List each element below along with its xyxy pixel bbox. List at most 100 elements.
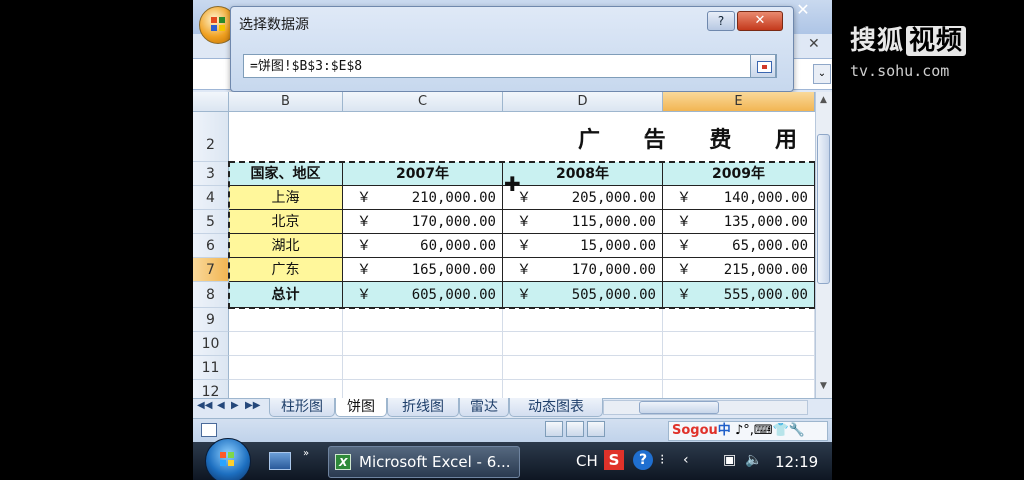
- window-close-icon[interactable]: ✕: [791, 0, 815, 20]
- dialog-close-button[interactable]: ✕: [737, 11, 783, 31]
- horizontal-scroll-thumb[interactable]: [639, 401, 719, 414]
- column-header-d[interactable]: D: [503, 92, 663, 112]
- sogou-tray-icon[interactable]: S: [604, 450, 624, 470]
- page-layout-view-icon[interactable]: [566, 421, 584, 437]
- currency-symbol: ￥: [517, 214, 531, 230]
- scroll-up-icon[interactable]: ▲: [817, 95, 830, 109]
- workbook-close-icon[interactable]: ✕: [808, 36, 820, 52]
- language-indicator[interactable]: CH: [576, 452, 598, 470]
- taskbar-clock[interactable]: 12:19: [775, 453, 818, 471]
- value-cell[interactable]: ￥ 115,000.00: [503, 210, 663, 234]
- range-collapse-button[interactable]: [750, 54, 776, 78]
- prev-sheet-icon[interactable]: ◀: [217, 400, 225, 411]
- selection-marquee-left: [228, 161, 230, 309]
- value-cell[interactable]: ￥ 210,000.00: [343, 186, 503, 210]
- empty-cell[interactable]: [503, 332, 663, 356]
- row-header[interactable]: 3: [193, 162, 229, 186]
- macro-record-icon[interactable]: [201, 423, 217, 437]
- help-tray-icon[interactable]: ?: [633, 450, 653, 470]
- worksheet-grid[interactable]: B C D E 2 3 4 5 6 7 8 9 10 11 12 广 告 费 用…: [193, 92, 815, 398]
- cell-amount: 115,000.00: [571, 214, 656, 230]
- empty-cell[interactable]: [503, 308, 663, 332]
- value-cell[interactable]: ￥ 215,000.00: [663, 258, 815, 282]
- row-header[interactable]: 8: [193, 282, 229, 308]
- next-sheet-icon[interactable]: ▶: [231, 400, 239, 411]
- dialog-help-button[interactable]: ?: [707, 11, 735, 31]
- value-cell[interactable]: ￥ 60,000.00: [343, 234, 503, 258]
- empty-cell[interactable]: [503, 356, 663, 380]
- header-2008[interactable]: 2008年: [503, 162, 663, 186]
- row-header[interactable]: 12: [193, 380, 229, 398]
- sogou-ime-bar[interactable]: Sogou中 ♪°,⌨👕🔧: [668, 421, 828, 441]
- value-cell[interactable]: ￥ 170,000.00: [343, 210, 503, 234]
- empty-cell[interactable]: [663, 380, 815, 398]
- column-header-c[interactable]: C: [343, 92, 503, 112]
- empty-cell[interactable]: [663, 356, 815, 380]
- column-header-e[interactable]: E: [663, 92, 815, 112]
- region-cell[interactable]: 广东: [229, 258, 343, 282]
- tab-dynamic-chart[interactable]: 动态图表: [509, 398, 603, 417]
- header-2009[interactable]: 2009年: [663, 162, 815, 186]
- value-cell[interactable]: ￥ 135,000.00: [663, 210, 815, 234]
- column-header-b[interactable]: B: [229, 92, 343, 112]
- ime-options-icon[interactable]: ⁝: [660, 452, 664, 468]
- value-cell[interactable]: ￥ 15,000.00: [503, 234, 663, 258]
- row-header[interactable]: 9: [193, 308, 229, 332]
- volume-icon[interactable]: 🔈: [745, 452, 762, 468]
- empty-cell[interactable]: [343, 380, 503, 398]
- row-header[interactable]: 2: [193, 112, 229, 162]
- empty-cell[interactable]: [503, 380, 663, 398]
- empty-cell[interactable]: [229, 308, 343, 332]
- network-icon[interactable]: ▣: [723, 452, 736, 468]
- scroll-down-icon[interactable]: ▼: [817, 381, 830, 395]
- chart-data-range-input[interactable]: =饼图!$B$3:$E$8: [243, 54, 777, 78]
- normal-view-icon[interactable]: [545, 421, 563, 437]
- formula-expand-icon[interactable]: ⌄: [813, 64, 831, 84]
- total-label-cell[interactable]: 总计: [229, 282, 343, 308]
- empty-cell[interactable]: [343, 332, 503, 356]
- quicklaunch-chevron-icon[interactable]: »: [303, 448, 309, 459]
- empty-cell[interactable]: [343, 308, 503, 332]
- value-cell[interactable]: ￥ 165,000.00: [343, 258, 503, 282]
- tab-pie-chart[interactable]: 饼图: [335, 398, 387, 417]
- empty-cell[interactable]: [663, 332, 815, 356]
- region-cell[interactable]: 北京: [229, 210, 343, 234]
- sheet-title[interactable]: 广 告 费 用: [229, 112, 815, 162]
- taskbar-excel-button[interactable]: Microsoft Excel - 6...: [328, 446, 520, 478]
- value-cell[interactable]: ￥ 140,000.00: [663, 186, 815, 210]
- row-header[interactable]: 6: [193, 234, 229, 258]
- value-cell[interactable]: ￥ 170,000.00: [503, 258, 663, 282]
- region-cell[interactable]: 湖北: [229, 234, 343, 258]
- tray-expand-icon[interactable]: ‹: [683, 452, 689, 468]
- row-header[interactable]: 10: [193, 332, 229, 356]
- last-sheet-icon[interactable]: ▶▶: [245, 400, 260, 411]
- empty-cell[interactable]: [229, 356, 343, 380]
- tab-line-chart[interactable]: 折线图: [387, 398, 459, 417]
- header-region[interactable]: 国家、地区: [229, 162, 343, 186]
- tab-radar[interactable]: 雷达: [459, 398, 509, 417]
- selection-marquee-top: [229, 161, 815, 163]
- total-value-cell[interactable]: ￥ 555,000.00: [663, 282, 815, 308]
- row-header[interactable]: 11: [193, 356, 229, 380]
- value-cell[interactable]: ￥ 65,000.00: [663, 234, 815, 258]
- empty-cell[interactable]: [229, 380, 343, 398]
- first-sheet-icon[interactable]: ◀◀: [197, 400, 212, 411]
- empty-cell[interactable]: [343, 356, 503, 380]
- tab-bar-chart[interactable]: 柱形图: [269, 398, 335, 417]
- header-2007[interactable]: 2007年: [343, 162, 503, 186]
- page-break-view-icon[interactable]: [587, 421, 605, 437]
- cell-amount: 65,000.00: [732, 238, 808, 254]
- empty-cell[interactable]: [663, 308, 815, 332]
- show-desktop-icon[interactable]: [269, 452, 291, 470]
- vertical-scroll-thumb[interactable]: [817, 134, 830, 284]
- row-header[interactable]: 5: [193, 210, 229, 234]
- empty-cell[interactable]: [229, 332, 343, 356]
- total-value-cell[interactable]: ￥ 605,000.00: [343, 282, 503, 308]
- row-header[interactable]: 4: [193, 186, 229, 210]
- region-cell[interactable]: 上海: [229, 186, 343, 210]
- total-value-cell[interactable]: ￥ 505,000.00: [503, 282, 663, 308]
- value-cell[interactable]: ￥ 205,000.00: [503, 186, 663, 210]
- start-button[interactable]: [205, 438, 251, 480]
- select-all-corner[interactable]: [193, 92, 229, 112]
- row-header[interactable]: 7: [193, 258, 229, 282]
